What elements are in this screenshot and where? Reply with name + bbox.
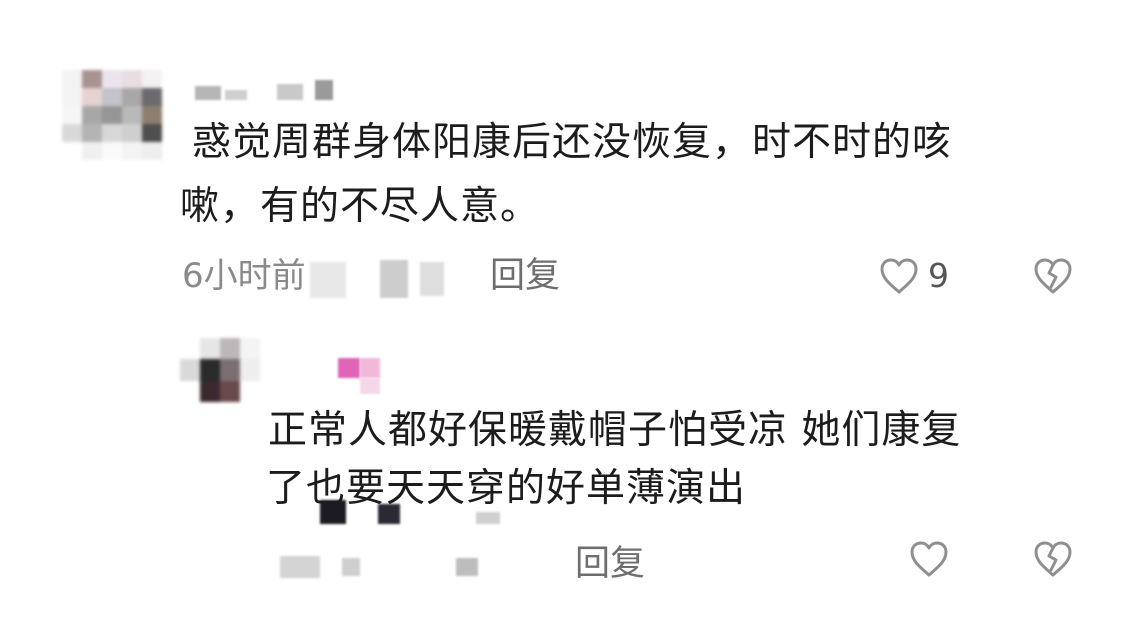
- username-redacted[interactable]: [195, 80, 345, 100]
- comment-time: 6小时前: [182, 256, 306, 296]
- comment-text-line-2: 嗽，有的不尽人意。: [180, 184, 541, 229]
- heart-outline-icon[interactable]: [878, 257, 920, 295]
- heart-outline-icon[interactable]: [908, 540, 950, 578]
- reply-button[interactable]: 回复: [490, 256, 560, 296]
- avatar[interactable]: [180, 338, 260, 402]
- broken-heart-icon[interactable]: [1032, 540, 1074, 578]
- comment-text-line-1: 正常人都好保暖戴帽子怕受凉 她们康复: [268, 408, 962, 453]
- location-redacted: [310, 254, 450, 300]
- broken-heart-icon[interactable]: [1032, 257, 1074, 295]
- comment-text-line-1: 惑觉周群身体阳康后还没恢复，时不时的咳: [192, 120, 953, 165]
- username-redacted[interactable]: [338, 358, 384, 398]
- avatar[interactable]: [62, 70, 162, 160]
- like-count: 9: [928, 256, 949, 295]
- meta-redacted: [270, 494, 570, 584]
- reply-button[interactable]: 回复: [575, 544, 645, 584]
